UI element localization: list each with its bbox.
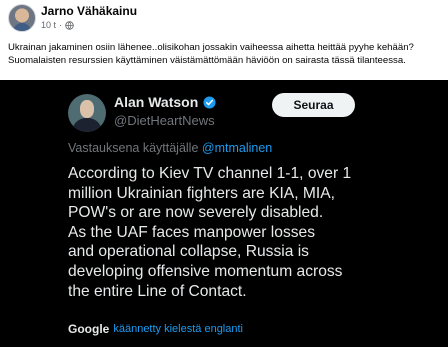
translation-note[interactable]: Google käännetty kielestä englanti bbox=[68, 322, 243, 336]
translation-label[interactable]: käännetty kielestä englanti bbox=[113, 323, 243, 335]
tweet-body-line: developing offensive momentum across bbox=[68, 262, 343, 280]
post-time[interactable]: 10 t bbox=[41, 20, 56, 30]
tweet-body-line: million Ukrainian fighters are KIA, MIA, bbox=[68, 184, 335, 202]
tweet-body-line: As the UAF faces manpower losses bbox=[68, 223, 316, 241]
tweet-body-line: According to Kiev TV channel 1-1, over 1 bbox=[68, 165, 352, 182]
tweet-body: According to Kiev TV channel 1-1, over 1… bbox=[68, 164, 440, 301]
reply-prefix: Vastauksena käyttäjälle bbox=[68, 141, 202, 155]
tweet-author-name[interactable]: Alan Watson bbox=[114, 94, 216, 110]
post-meta: 10 t · bbox=[41, 20, 74, 30]
avatar-suit bbox=[72, 118, 102, 132]
author-avatar[interactable] bbox=[8, 4, 36, 32]
meta-separator: · bbox=[59, 20, 63, 30]
tweet-body-line: POW's or are now severely disabled. bbox=[68, 204, 324, 222]
post-text: Ukrainan jakaminen osiin lähenee..olisik… bbox=[8, 41, 440, 67]
avatar-face bbox=[80, 100, 94, 118]
tweet-author-avatar[interactable] bbox=[68, 94, 106, 132]
globe-icon bbox=[65, 20, 74, 30]
author-name[interactable]: Jarno Vähäkainu bbox=[41, 4, 137, 18]
reply-context: Vastauksena käyttäjälle @mtmalinen bbox=[68, 141, 272, 155]
tweet-author-name-text: Alan Watson bbox=[114, 94, 199, 110]
tweet-body-line: and operational collapse, Russia is bbox=[68, 243, 309, 261]
post-text-line: Suomalaisten resurssien käyttäminen väis… bbox=[8, 55, 406, 66]
embedded-tweet[interactable]: Alan Watson @DietHeartNews Seuraa Vastau… bbox=[0, 80, 448, 347]
verified-icon bbox=[203, 95, 216, 109]
follow-button[interactable]: Seuraa bbox=[272, 93, 355, 117]
post-header: Jarno Vähäkainu 10 t · bbox=[0, 0, 448, 36]
tweet-author-handle[interactable]: @DietHeartNews bbox=[114, 113, 215, 128]
reply-mention-link[interactable]: @mtmalinen bbox=[202, 141, 272, 155]
tweet-body-line: the entire Line of Contact. bbox=[68, 282, 247, 300]
google-logo: Google bbox=[68, 322, 110, 336]
post-text-line: Ukrainan jakaminen osiin lähenee..olisik… bbox=[8, 42, 414, 53]
